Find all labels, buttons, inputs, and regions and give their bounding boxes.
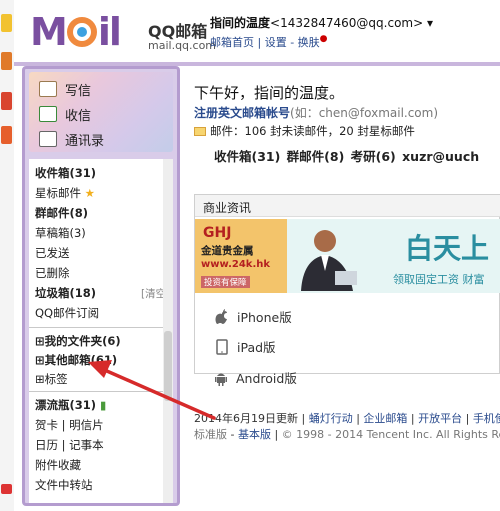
app-android[interactable]: Android版 [214,368,297,387]
sidebar-item-sent[interactable]: 已发送 [35,245,70,261]
folder-summary[interactable]: 收件箱(31) 群邮件(8) 考研(6) xuzr@uuch [214,146,479,165]
divider [29,391,173,392]
ad-subline: 领取固定工资 财富 [393,273,485,286]
news-title: 商业资讯 [195,195,500,217]
contacts-icon [39,131,57,147]
envelope-icon [194,127,206,136]
link-mail-home[interactable]: 邮箱首页 [210,36,254,49]
mail-stat[interactable]: 邮件：106 封未读邮件，20 封星标邮件 [194,123,415,139]
user-account: 指间的温度<1432847460@qq.com> ▾ [210,14,433,31]
compose-icon [39,81,57,97]
apple-icon [215,308,227,324]
sidebar-item-calendar[interactable]: 日历 | 记事本 [35,437,104,453]
scrollbar-thumb[interactable] [164,331,172,401]
sidebar-item-other-mailboxes[interactable]: ⊞其他邮箱(61) [35,352,117,368]
logo-mark: Mil [30,10,122,54]
main-content: 下午好，指间的温度。 注册英文邮箱帐号(如：chen@foxmail.com) … [180,66,500,511]
sidebar-item-trash[interactable]: 垃圾箱(18) [35,285,96,301]
ad-banner[interactable]: GHJ 金道贵金属 www.24k.hk 投资有保障 白天上 领取固定工资 财富 [195,219,500,293]
folder-icon[interactable] [1,14,12,32]
ad-brand: 金道贵金属 [201,245,254,257]
app-ipad[interactable]: iPad版 [215,337,276,356]
app-iphone[interactable]: iPhone版 [215,307,292,326]
footer-link-standard[interactable]: 标准版 [194,428,227,441]
inbox-download-icon [39,106,57,122]
sidebar-item-my-folders[interactable]: ⊞我的文件夹(6) [35,333,121,349]
sidebar-scrollbar[interactable] [163,159,173,503]
footer-link-open-platform[interactable]: 开放平台 [418,412,462,425]
footer-links: 2014年6月19日更新 | 蛹灯行动 | 企业邮箱 | 开放平台 | 手机使 [194,410,500,426]
sidebar-actions: 写信 收信 通讯录 [29,72,173,152]
expand-icon[interactable]: ⊞ [35,334,45,348]
sidebar-item-file-transfer[interactable]: 文件中转站 [35,477,93,493]
ad-headline: 白天上 [405,232,490,265]
footer-link-basic[interactable]: 基本版 [238,428,271,441]
footer-link-enterprise[interactable]: 企业邮箱 [363,412,407,425]
notification-icon[interactable] [1,484,12,494]
user-links: 邮箱首页 | 设置 - 换肤● [210,34,328,49]
footer-link-campaign[interactable]: 蛹灯行动 [309,412,353,425]
sidebar-item-group-mail[interactable]: 群邮件(8) [35,205,88,221]
sidebar-item-inbox[interactable]: 收件箱(31) [35,165,96,181]
ad-url: www.24k.hk [201,259,271,270]
folder-list: 收件箱(31) 星标邮件 ★ 群邮件(8) 草稿箱(3) 已发送 已删除 垃圾箱… [29,159,173,503]
desktop-icon-strip [0,0,14,511]
sidebar-item-starred[interactable]: 星标邮件 ★ [35,185,95,201]
link-settings[interactable]: 设置 [265,36,287,49]
businessman-image [301,230,357,291]
footer-link-mobile[interactable]: 手机使 [473,412,500,425]
sidebar-item-attachments[interactable]: 附件收藏 [35,457,81,473]
bottle-icon: ▮ [100,398,107,412]
footer-update-date[interactable]: 2014年6月19日更新 [194,412,298,425]
sidebar: 写信 收信 通讯录 收件箱(31) 星标邮件 ★ 群邮件(8) 草稿箱(3) 已… [22,66,180,506]
qq-mail-window: Mil QQ邮箱 mail.qq.com 指间的温度<1432847460@qq… [0,0,500,511]
register-english-account-link[interactable]: 注册英文邮箱帐号(如：chen@foxmail.com) [194,104,438,121]
footer-copyright: 标准版 - 基本版 | © 1998 - 2014 Tencent Inc. A… [194,426,500,442]
header: Mil QQ邮箱 mail.qq.com 指间的温度<1432847460@qq… [14,0,500,62]
register-hint: (如：chen@foxmail.com) [290,106,439,120]
new-dot-icon: ● [319,34,328,44]
star-icon: ★ [84,186,95,200]
sidebar-item-drafts[interactable]: 草稿箱(3) [35,225,86,241]
compose-button[interactable]: 写信 [39,78,91,100]
app-icon[interactable] [1,126,12,144]
sidebar-item-tags[interactable]: ⊞标签 [35,371,68,387]
expand-icon[interactable]: ⊞ [35,372,45,386]
link-skin[interactable]: 换肤 [298,36,320,49]
sidebar-item-subscriptions[interactable]: QQ邮件订阅 [35,305,99,321]
app-icon[interactable] [1,92,12,110]
android-icon [215,373,227,386]
user-email: <1432847460@qq.com> [270,16,424,30]
receive-button[interactable]: 收信 [39,103,91,125]
user-name: 指间的温度 [210,16,271,30]
sidebar-item-cards[interactable]: 贺卡 | 明信片 [35,417,104,433]
sidebar-item-drift-bottle[interactable]: 漂流瓶(31) ▮ [35,397,106,413]
contacts-button[interactable]: 通讯录 [39,128,104,150]
greeting: 下午好，指间的温度。 [194,84,345,102]
copyright-text: © 1998 - 2014 Tencent Inc. All Rights Re [281,428,500,441]
ad-brand-block: GHJ 金道贵金属 www.24k.hk 投资有保障 [195,219,287,293]
chevron-down-icon[interactable]: ▾ [423,16,433,30]
expand-icon[interactable]: ⊞ [35,353,45,367]
business-news-panel: 商业资讯 GHJ 金道贵金属 www.24k.hk 投资有保障 白天上 领取固定… [194,194,500,374]
ad-sub: 投资有保障 [201,276,250,288]
sidebar-item-deleted[interactable]: 已删除 [35,265,70,281]
ipad-icon [216,338,228,355]
app-icon[interactable] [1,52,12,70]
divider [29,327,173,328]
logo-url: mail.qq.com [148,39,217,52]
qq-mail-logo[interactable]: Mil QQ邮箱 mail.qq.com [30,8,216,54]
ad-logo: GHJ [203,225,232,241]
